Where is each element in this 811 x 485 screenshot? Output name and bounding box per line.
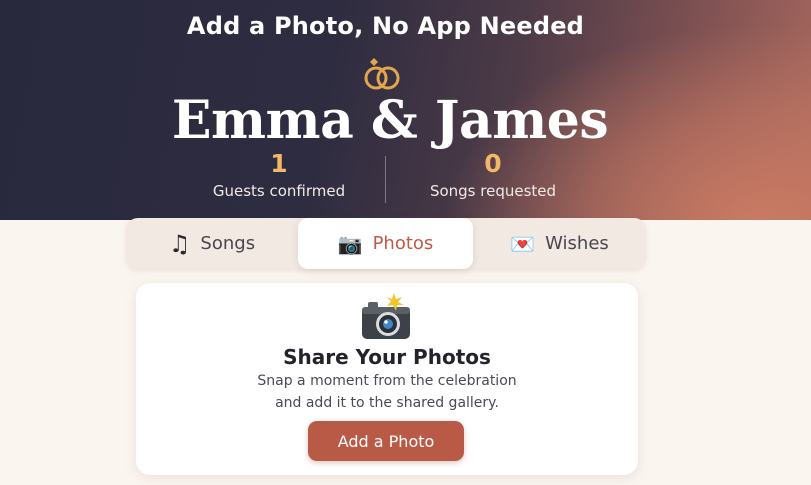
card-title: Share Your Photos: [283, 345, 491, 369]
stat-guests-value: 1: [270, 149, 288, 178]
stat-divider: [385, 156, 386, 203]
tab-songs[interactable]: ♫ Songs: [126, 218, 298, 269]
wedding-rings-icon: [364, 58, 400, 90]
stat-songs-value: 0: [484, 149, 502, 178]
music-note-icon: ♫: [168, 229, 191, 258]
tab-wishes-label: Wishes: [545, 233, 609, 254]
tab-songs-label: Songs: [200, 233, 256, 254]
tab-bar: ♫ Songs 📷 Photos 💌 Wishes: [126, 218, 646, 269]
camera-flash-icon: [362, 293, 410, 339]
stat-songs-label: Songs requested: [429, 182, 557, 200]
card-description-line1: Snap a moment from the celebration: [257, 373, 517, 389]
tab-wishes[interactable]: 💌 Wishes: [473, 218, 646, 269]
tab-photos[interactable]: 📷 Photos: [298, 218, 473, 269]
hero-banner: Add a Photo, No App Needed Emma & James …: [0, 0, 811, 220]
tab-photos-label: Photos: [372, 233, 434, 254]
stat-songs-requested: 0 Songs requested: [393, 149, 593, 201]
photos-card: Share Your Photos Snap a moment from the…: [136, 283, 638, 475]
love-letter-icon: 💌: [510, 231, 536, 256]
stat-guests-label: Guests confirmed: [212, 182, 346, 200]
camera-icon: 📷: [337, 231, 363, 256]
card-description-line2: and add it to the shared gallery.: [275, 395, 499, 411]
page-headline: Add a Photo, No App Needed: [186, 12, 585, 40]
stat-guests-confirmed: 1 Guests confirmed: [179, 149, 379, 201]
add-photo-button[interactable]: Add a Photo: [308, 421, 464, 461]
couple-names: Emma & James: [171, 90, 609, 151]
